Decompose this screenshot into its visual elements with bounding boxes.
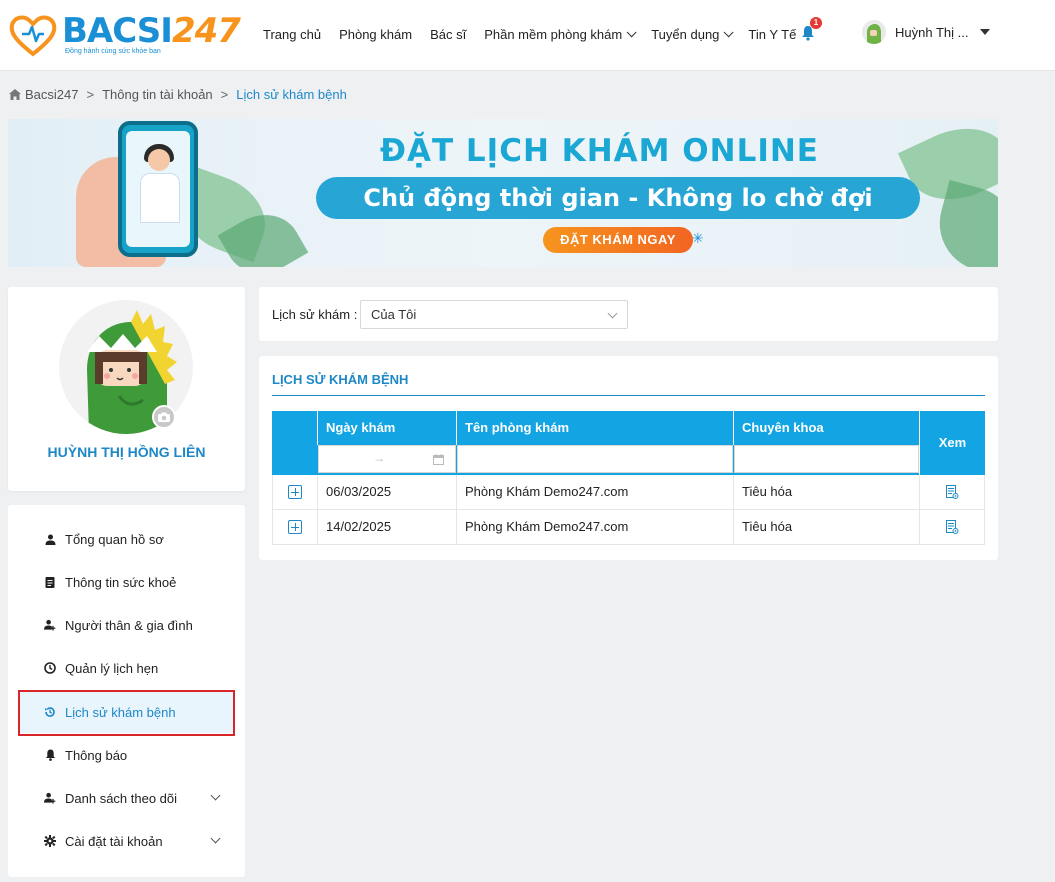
specialty-filter-input[interactable]	[734, 445, 919, 473]
cell-clinic: Phòng Khám Demo247.com	[456, 475, 733, 509]
user-menu[interactable]: Huỳnh Thị ...	[862, 20, 991, 44]
menu-item-family[interactable]: Người thân & gia đình	[20, 604, 233, 646]
cell-view	[919, 475, 985, 509]
expand-row-icon[interactable]	[288, 520, 302, 534]
change-photo-camera-button[interactable]	[152, 405, 176, 429]
notification-bell-button[interactable]: 1	[801, 17, 822, 43]
section-title: LỊCH SỬ KHÁM BỆNH	[272, 372, 409, 387]
menu-item-profile-overview[interactable]: Tổng quan hồ sơ	[20, 518, 233, 560]
nav-clinics[interactable]: Phòng khám	[339, 27, 412, 42]
chevron-down-icon	[210, 790, 221, 801]
column-header-view: Xem	[919, 411, 985, 475]
breadcrumb-current: Lịch sử khám bệnh	[236, 87, 347, 102]
brand-name: BACSI247	[62, 11, 241, 51]
menu-item-follow-list[interactable]: Danh sách theo dõi	[20, 777, 233, 819]
breadcrumb-separator: >	[220, 87, 229, 102]
banner-subtitle: Chủ động thời gian - Không lo chờ đợi	[363, 184, 873, 212]
menu-item-label: Tổng quan hồ sơ	[65, 531, 164, 547]
click-cursor-icon: ✳	[692, 230, 704, 246]
chevron-down-icon	[210, 833, 221, 844]
account-side-menu: Tổng quan hồ sơ Thông tin sức khoẻ Người…	[8, 505, 245, 877]
main-nav: Trang chủ Phòng khám Bác sĩ Phần mềm phò…	[263, 0, 814, 68]
book-now-button[interactable]: ĐẶT KHÁM NGAY	[543, 227, 693, 253]
chevron-down-icon	[626, 26, 637, 37]
history-owner-select[interactable]: Của Tôi	[360, 300, 628, 329]
top-header: BACSI247 Đồng hành cùng sức khỏe bạn Tra…	[0, 0, 1055, 71]
cell-specialty: Tiêu hóa	[733, 475, 919, 509]
user-follow-icon	[44, 792, 56, 804]
nav-health-news[interactable]: Tin Y Tế	[748, 27, 796, 42]
breadcrumb-separator: >	[86, 87, 95, 102]
notification-badge: 1	[810, 17, 822, 29]
selected-value: Của Tôi	[371, 307, 417, 322]
view-record-icon[interactable]	[946, 485, 959, 500]
breadcrumb: Bacsi247 > Thông tin tài khoản > Lịch sử…	[9, 87, 347, 102]
home-icon	[9, 89, 21, 100]
column-header-clinic[interactable]: Tên phòng khám	[456, 411, 733, 445]
brand-tagline: Đồng hành cùng sức khỏe bạn	[65, 48, 161, 55]
column-header-specialty[interactable]: Chuyên khoa	[733, 411, 919, 445]
user-avatar	[862, 20, 886, 44]
menu-item-label: Người thân & gia đình	[65, 617, 193, 633]
profile-card: HUỲNH THỊ HỒNG LIÊN	[8, 287, 245, 491]
gear-icon	[44, 835, 56, 847]
menu-item-label: Thông tin sức khoẻ	[65, 574, 177, 590]
table-row: 14/02/2025 Phòng Khám Demo247.com Tiêu h…	[272, 510, 985, 545]
menu-item-medical-history[interactable]: Lịch sử khám bệnh	[20, 691, 233, 733]
filter-label: Lịch sử khám :	[272, 307, 358, 322]
user-name: Huỳnh Thị ...	[895, 24, 969, 40]
menu-item-label: Quản lý lịch hẹn	[65, 660, 159, 676]
section-divider	[272, 395, 985, 396]
cell-clinic: Phòng Khám Demo247.com	[456, 510, 733, 544]
cell-specialty: Tiêu hóa	[733, 510, 919, 544]
bacsi247-logo[interactable]: BACSI247 Đồng hành cùng sức khỏe bạn	[8, 10, 241, 60]
column-header-date[interactable]: Ngày khám	[317, 411, 456, 445]
bell-icon	[44, 749, 56, 761]
breadcrumb-account[interactable]: Thông tin tài khoản	[102, 87, 213, 102]
date-range-filter[interactable]: →	[318, 445, 456, 473]
menu-item-label: Lịch sử khám bệnh	[65, 704, 176, 720]
medical-history-card: LỊCH SỬ KHÁM BỆNH Ngày khám Tên phòng kh…	[259, 356, 998, 560]
expand-row-icon[interactable]	[288, 485, 302, 499]
user-plus-icon	[44, 619, 56, 631]
history-icon	[44, 706, 56, 718]
cell-date: 14/02/2025	[317, 510, 456, 544]
menu-item-label: Danh sách theo dõi	[65, 790, 178, 806]
clock-icon	[44, 662, 56, 674]
nav-doctors[interactable]: Bác sĩ	[430, 27, 466, 42]
caret-down-icon	[980, 29, 991, 35]
cell-date: 06/03/2025	[317, 475, 456, 509]
cell-view	[919, 510, 985, 544]
menu-item-health-info[interactable]: Thông tin sức khoẻ	[20, 561, 233, 603]
heart-logo-icon	[9, 15, 57, 57]
clipboard-icon	[44, 576, 56, 588]
menu-item-label: Thông báo	[65, 747, 128, 763]
camera-icon	[158, 412, 170, 422]
table-row: 06/03/2025 Phòng Khám Demo247.com Tiêu h…	[272, 475, 985, 510]
menu-item-account-settings[interactable]: Cài đặt tài khoản	[20, 820, 233, 862]
chevron-down-icon	[607, 308, 618, 319]
nav-home[interactable]: Trang chủ	[263, 27, 321, 42]
clinic-filter-input[interactable]	[457, 445, 733, 473]
chevron-down-icon	[724, 26, 734, 37]
menu-item-label: Cài đặt tài khoản	[65, 833, 163, 849]
user-icon	[44, 533, 56, 545]
view-record-icon[interactable]	[946, 520, 959, 535]
calendar-icon	[433, 454, 444, 465]
profile-name: HUỲNH THỊ HỒNG LIÊN	[47, 444, 206, 460]
nav-clinic-software[interactable]: Phần mềm phòng khám	[484, 27, 637, 42]
phone-illustration	[118, 121, 198, 257]
date-range-arrow: →	[373, 451, 385, 465]
history-filter-card: Lịch sử khám : Của Tôi	[259, 287, 998, 341]
breadcrumb-home[interactable]: Bacsi247	[25, 87, 78, 102]
banner-title: ĐẶT LỊCH KHÁM ONLINE	[380, 133, 819, 169]
nav-careers[interactable]: Tuyển dụng	[651, 27, 734, 42]
promo-banner[interactable]: ĐẶT LỊCH KHÁM ONLINE Chủ động thời gian …	[8, 119, 998, 267]
menu-item-notifications[interactable]: Thông báo	[20, 734, 233, 776]
table-header: Ngày khám Tên phòng khám Chuyên khoa Xem…	[272, 411, 985, 475]
menu-item-appointments[interactable]: Quản lý lịch hẹn	[20, 647, 233, 689]
